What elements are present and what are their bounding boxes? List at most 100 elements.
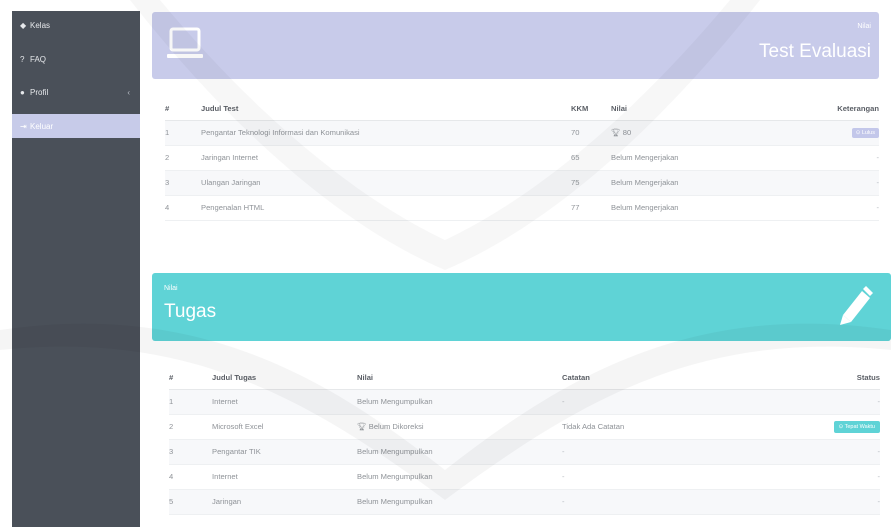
column-header: # xyxy=(165,98,201,121)
score-value: Belum Mengumpulkan xyxy=(357,464,562,490)
status-value: - xyxy=(792,389,880,415)
score-value: Belum Mengerjakan xyxy=(611,145,761,171)
column-header: Nilai xyxy=(611,98,761,121)
table-row: 3 Pengantar TIK Belum Mengumpulkan - - xyxy=(169,439,880,465)
tugas-table: # Judul Tugas Nilai Catatan Status 1 Int… xyxy=(169,367,880,515)
status-value: - xyxy=(761,170,879,196)
tugas-banner: Nilai Tugas xyxy=(152,273,891,341)
trophy-icon: 🏆︎ xyxy=(611,128,621,137)
evaluasi-title: Test Evaluasi xyxy=(759,41,871,62)
question-icon: ? xyxy=(20,54,25,64)
table-row: 1 Pengantar Teknologi Informasi dan Komu… xyxy=(165,120,879,146)
evaluasi-banner: Nilai Test Evaluasi xyxy=(152,12,879,79)
status-badge: ⊙ Tepat Waktu xyxy=(833,420,880,433)
table-row: 3 Ulangan Jaringan 75 Belum Mengerjakan … xyxy=(165,170,879,196)
note-value: - xyxy=(562,389,792,415)
status-value: - xyxy=(792,464,880,490)
evaluasi-card: # Judul Test KKM Nilai Keterangan 1 Peng… xyxy=(152,88,879,248)
evaluasi-small-label: Nilai xyxy=(857,23,871,30)
note-value: - xyxy=(562,439,792,465)
trophy-icon: 🏆︎ xyxy=(357,422,367,431)
row-number: 1 xyxy=(165,120,201,146)
top-strip xyxy=(0,0,891,11)
sidebar-item-label: Keluar xyxy=(30,121,54,131)
test-title: Pengenalan HTML xyxy=(201,195,571,221)
sidebar-item-label: Kelas xyxy=(30,20,51,30)
column-header: Status xyxy=(792,367,880,390)
status-value: - xyxy=(792,489,880,515)
status-value: - xyxy=(761,145,879,171)
status-badge: ⊙ Lulus xyxy=(851,128,879,138)
row-number: 1 xyxy=(169,389,212,415)
status-cell: ⊙ Lulus xyxy=(761,120,879,146)
sidebar-item-kelas[interactable]: ◆ Kelas xyxy=(12,13,140,37)
row-number: 5 xyxy=(169,489,212,515)
tugas-title: Tugas xyxy=(164,301,217,322)
sidebar-item-faq[interactable]: ? FAQ xyxy=(12,47,140,71)
tugas-card: # Judul Tugas Nilai Catatan Status 1 Int… xyxy=(152,352,882,522)
row-number: 2 xyxy=(169,414,212,440)
evaluasi-table: # Judul Test KKM Nilai Keterangan 1 Peng… xyxy=(165,98,879,221)
assignment-title: Microsoft Excel xyxy=(212,414,357,440)
clock-icon: ⊙ xyxy=(838,423,844,430)
sidebar-item-label: Profil xyxy=(30,87,49,97)
laptop-icon xyxy=(167,27,203,58)
score-value: Belum Mengumpulkan xyxy=(357,489,562,515)
status-cell: ⊙ Tepat Waktu xyxy=(792,414,880,440)
assignment-title: Jaringan xyxy=(212,489,357,515)
table-header: # Judul Tugas Nilai Catatan Status xyxy=(169,367,880,390)
table-row: 4 Internet Belum Mengumpulkan - - xyxy=(169,464,880,490)
row-number: 2 xyxy=(165,145,201,171)
assignment-title: Internet xyxy=(212,389,357,415)
pencil-icon xyxy=(840,286,873,325)
score-value: 80 xyxy=(622,128,632,137)
kkm-value: 75 xyxy=(571,170,611,196)
kkm-value: 77 xyxy=(571,195,611,221)
column-header: Nilai xyxy=(357,367,562,390)
user-icon: ● xyxy=(20,87,25,97)
row-number: 3 xyxy=(165,170,201,196)
row-number: 3 xyxy=(169,439,212,465)
assignment-title: Internet xyxy=(212,464,357,490)
assignment-title: Pengantar TIK xyxy=(212,439,357,465)
sidebar: ◆ Kelas ? FAQ ● Profil ‹ ⇥ Keluar xyxy=(12,11,140,527)
score-value: Belum Mengerjakan xyxy=(611,195,761,221)
column-header: KKM xyxy=(571,98,611,121)
score-cell: 🏆︎ Belum Dikoreksi xyxy=(357,414,562,440)
kkm-value: 65 xyxy=(571,145,611,171)
column-header: Judul Test xyxy=(201,98,571,121)
score-cell: 🏆︎ 80 xyxy=(611,120,761,146)
note-value: - xyxy=(562,489,792,515)
table-row: 5 Jaringan Belum Mengumpulkan - - xyxy=(169,489,880,515)
column-header: Judul Tugas xyxy=(212,367,357,390)
graduation-cap-icon: ◆ xyxy=(20,20,27,30)
column-header: Keterangan xyxy=(761,98,879,121)
status-value: - xyxy=(792,439,880,465)
note-value: - xyxy=(562,464,792,490)
badge-label: Lulus xyxy=(861,130,875,136)
table-row: 1 Internet Belum Mengumpulkan - - xyxy=(169,389,880,415)
test-title: Jaringan Internet xyxy=(201,145,571,171)
table-header: # Judul Test KKM Nilai Keterangan xyxy=(165,98,879,121)
logout-icon: ⇥ xyxy=(20,121,27,131)
test-title: Pengantar Teknologi Informasi dan Komuni… xyxy=(201,120,571,146)
score-value: Belum Dikoreksi xyxy=(368,422,424,431)
tugas-small-label: Nilai xyxy=(164,285,178,292)
chevron-left-icon: ‹ xyxy=(127,87,130,97)
table-row: 4 Pengenalan HTML 77 Belum Mengerjakan - xyxy=(165,195,879,221)
column-header: Catatan xyxy=(562,367,792,390)
test-title: Ulangan Jaringan xyxy=(201,170,571,196)
status-value: - xyxy=(761,195,879,221)
sidebar-item-keluar[interactable]: ⇥ Keluar xyxy=(12,114,140,138)
sidebar-item-profil[interactable]: ● Profil ‹ xyxy=(12,80,140,104)
sidebar-item-label: FAQ xyxy=(30,54,47,64)
check-icon: ⊙ xyxy=(855,130,861,136)
score-value: Belum Mengumpulkan xyxy=(357,439,562,465)
note-value: Tidak Ada Catatan xyxy=(562,414,792,440)
score-value: Belum Mengerjakan xyxy=(611,170,761,196)
score-value: Belum Mengumpulkan xyxy=(357,389,562,415)
badge-label: Tepat Waktu xyxy=(844,423,875,430)
app-frame: ◆ Kelas ? FAQ ● Profil ‹ ⇥ Keluar Nilai … xyxy=(0,0,891,527)
kkm-value: 70 xyxy=(571,120,611,146)
row-number: 4 xyxy=(165,195,201,221)
